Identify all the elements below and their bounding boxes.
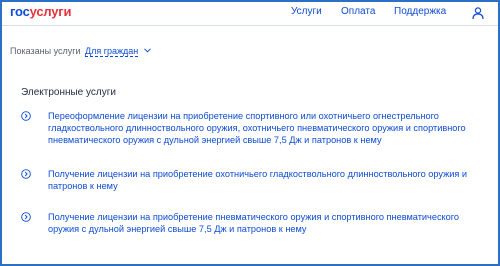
section-title: Электронные услуги [21, 87, 116, 98]
audience-dropdown-value: Для граждан [85, 46, 139, 57]
filter-label: Показаны услуги [10, 46, 81, 56]
nav-payment[interactable]: Оплата [341, 6, 375, 17]
audience-dropdown[interactable]: Для граждан [85, 46, 151, 57]
service-link-1[interactable]: Переоформление лицензии на приобретение … [48, 110, 488, 146]
page-frame: госуслуги Услуги Оплата Поддержка Показа… [0, 0, 500, 266]
nav-support[interactable]: Поддержка [394, 6, 446, 17]
logo-part-gos: гос [10, 4, 30, 19]
logo-part-uslugi: услуги [29, 4, 72, 19]
chevron-right-circle-icon [21, 169, 31, 179]
chevron-down-icon [143, 48, 151, 53]
logo[interactable]: госуслуги [10, 4, 72, 19]
nav-services[interactable]: Услуги [291, 6, 322, 17]
chevron-right-circle-icon [21, 212, 31, 222]
service-link-3[interactable]: Получение лицензии на приобретение пневм… [48, 211, 488, 235]
header: госуслуги Услуги Оплата Поддержка [2, 2, 498, 26]
service-filter: Показаны услуги Для граждан [10, 46, 151, 57]
service-link-2[interactable]: Получение лицензии на приобретение охотн… [48, 168, 488, 192]
chevron-right-circle-icon [21, 111, 31, 121]
user-icon[interactable] [471, 6, 485, 20]
